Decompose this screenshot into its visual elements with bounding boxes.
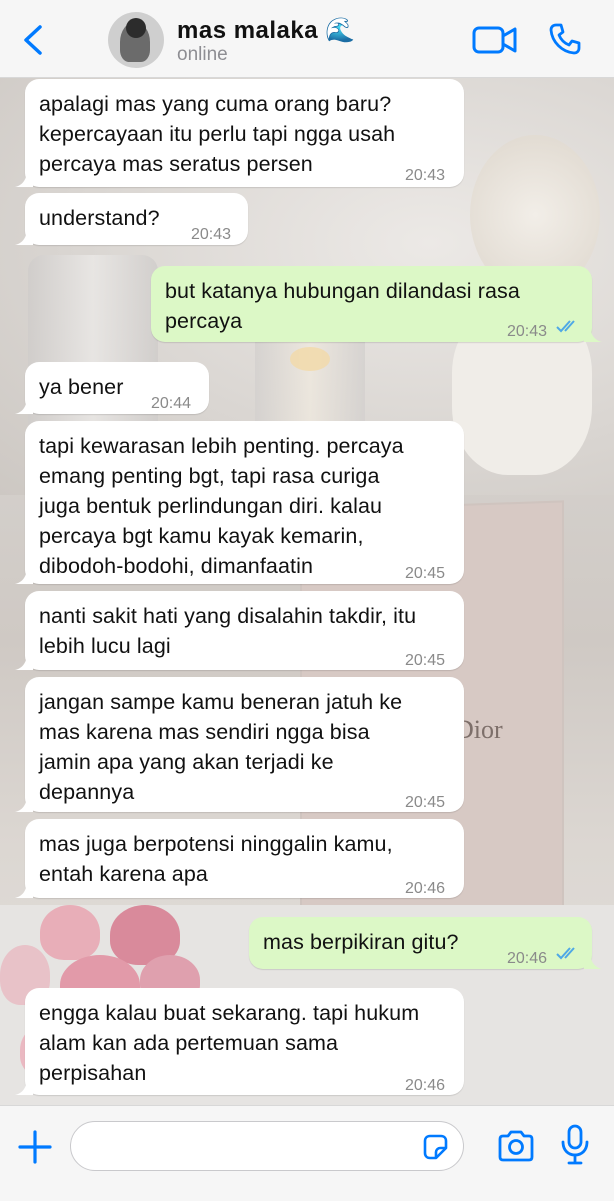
message-time: 20:44	[151, 395, 192, 412]
incoming-message[interactable]: ya bener 20:44	[15, 362, 209, 414]
contact-avatar[interactable]	[108, 12, 164, 68]
outgoing-message[interactable]: but katanya hubungan dilandasi rasa perc…	[151, 266, 602, 342]
incoming-message[interactable]: tapi kewarasan lebih penting. percaya em…	[15, 421, 464, 584]
bubble-tail	[584, 951, 602, 969]
microphone-icon	[561, 1124, 589, 1165]
camera-button[interactable]	[497, 1130, 535, 1162]
bubble-tail	[15, 169, 33, 187]
message-text: mas berpikiran gitu?	[263, 930, 459, 954]
message-time: 20:45	[405, 565, 446, 582]
bubble-tail	[584, 324, 602, 342]
attach-button[interactable]	[16, 1128, 54, 1166]
sticker-button[interactable]	[421, 1133, 449, 1161]
incoming-message[interactable]: nanti sakit hati yang disalahin takdir, …	[15, 591, 464, 670]
message-time: 20:46	[405, 880, 446, 897]
message-text: nanti sakit hati yang disalahin takdir, …	[39, 604, 417, 658]
camera-icon	[498, 1130, 534, 1162]
sticker-icon	[423, 1134, 448, 1160]
chevron-left-icon	[24, 25, 42, 55]
message-text: mas juga berpotensi ninggalin kamu, enta…	[39, 832, 393, 886]
wallpaper-flower	[40, 905, 100, 960]
video-call-button[interactable]	[472, 24, 518, 56]
bubble-tail	[15, 566, 33, 584]
incoming-message[interactable]: apalagi mas yang cuma orang baru? keperc…	[15, 79, 464, 187]
bubble-tail	[15, 396, 33, 414]
message-time: 20:46	[405, 1077, 446, 1094]
chat-header: mas malaka 🌊 online	[0, 0, 614, 78]
contact-status: online	[177, 44, 228, 65]
message-time: 20:46	[507, 950, 548, 967]
incoming-message[interactable]: understand? 20:43	[15, 193, 248, 245]
composer-bar	[0, 1105, 614, 1201]
contact-name[interactable]: mas malaka 🌊	[177, 16, 356, 45]
message-text: jangan sampe kamu beneran jatuh ke mas k…	[39, 690, 403, 804]
incoming-message[interactable]: engga kalau buat sekarang. tapi hukum al…	[15, 988, 464, 1095]
message-time: 20:43	[405, 167, 446, 184]
message-text: tapi kewarasan lebih penting. percaya em…	[39, 434, 404, 578]
back-button[interactable]	[20, 24, 48, 56]
plus-icon	[18, 1130, 52, 1164]
message-text: understand?	[39, 206, 160, 230]
message-text: engga kalau buat sekarang. tapi hukum al…	[39, 1001, 420, 1085]
message-time: 20:43	[191, 226, 232, 243]
message-time: 20:45	[405, 652, 446, 669]
bubble-tail	[15, 227, 33, 245]
message-time: 20:43	[507, 323, 548, 340]
message-input[interactable]	[87, 1132, 411, 1162]
message-text: ya bener	[39, 375, 124, 399]
read-receipt-icon	[556, 947, 575, 960]
message-text: apalagi mas yang cuma orang baru? keperc…	[39, 92, 396, 176]
incoming-message[interactable]: jangan sampe kamu beneran jatuh ke mas k…	[15, 677, 464, 812]
bubble-tail	[15, 794, 33, 812]
bubble-tail	[15, 880, 33, 898]
outgoing-message[interactable]: mas berpikiran gitu? 20:46	[249, 917, 602, 969]
incoming-message[interactable]: mas juga berpotensi ninggalin kamu, enta…	[15, 819, 464, 898]
phone-icon	[549, 23, 581, 55]
wallpaper-candle-flame	[290, 347, 330, 371]
message-time: 20:45	[405, 794, 446, 811]
voice-call-button[interactable]	[548, 22, 582, 56]
avatar-head	[126, 18, 146, 38]
bubble-tail	[15, 1077, 33, 1095]
video-camera-icon	[472, 26, 517, 54]
microphone-button[interactable]	[560, 1124, 590, 1166]
bubble-tail	[15, 652, 33, 670]
message-input-container[interactable]	[70, 1121, 464, 1171]
message-text: but katanya hubungan dilandasi rasa perc…	[165, 279, 520, 333]
read-receipt-icon	[556, 320, 575, 333]
